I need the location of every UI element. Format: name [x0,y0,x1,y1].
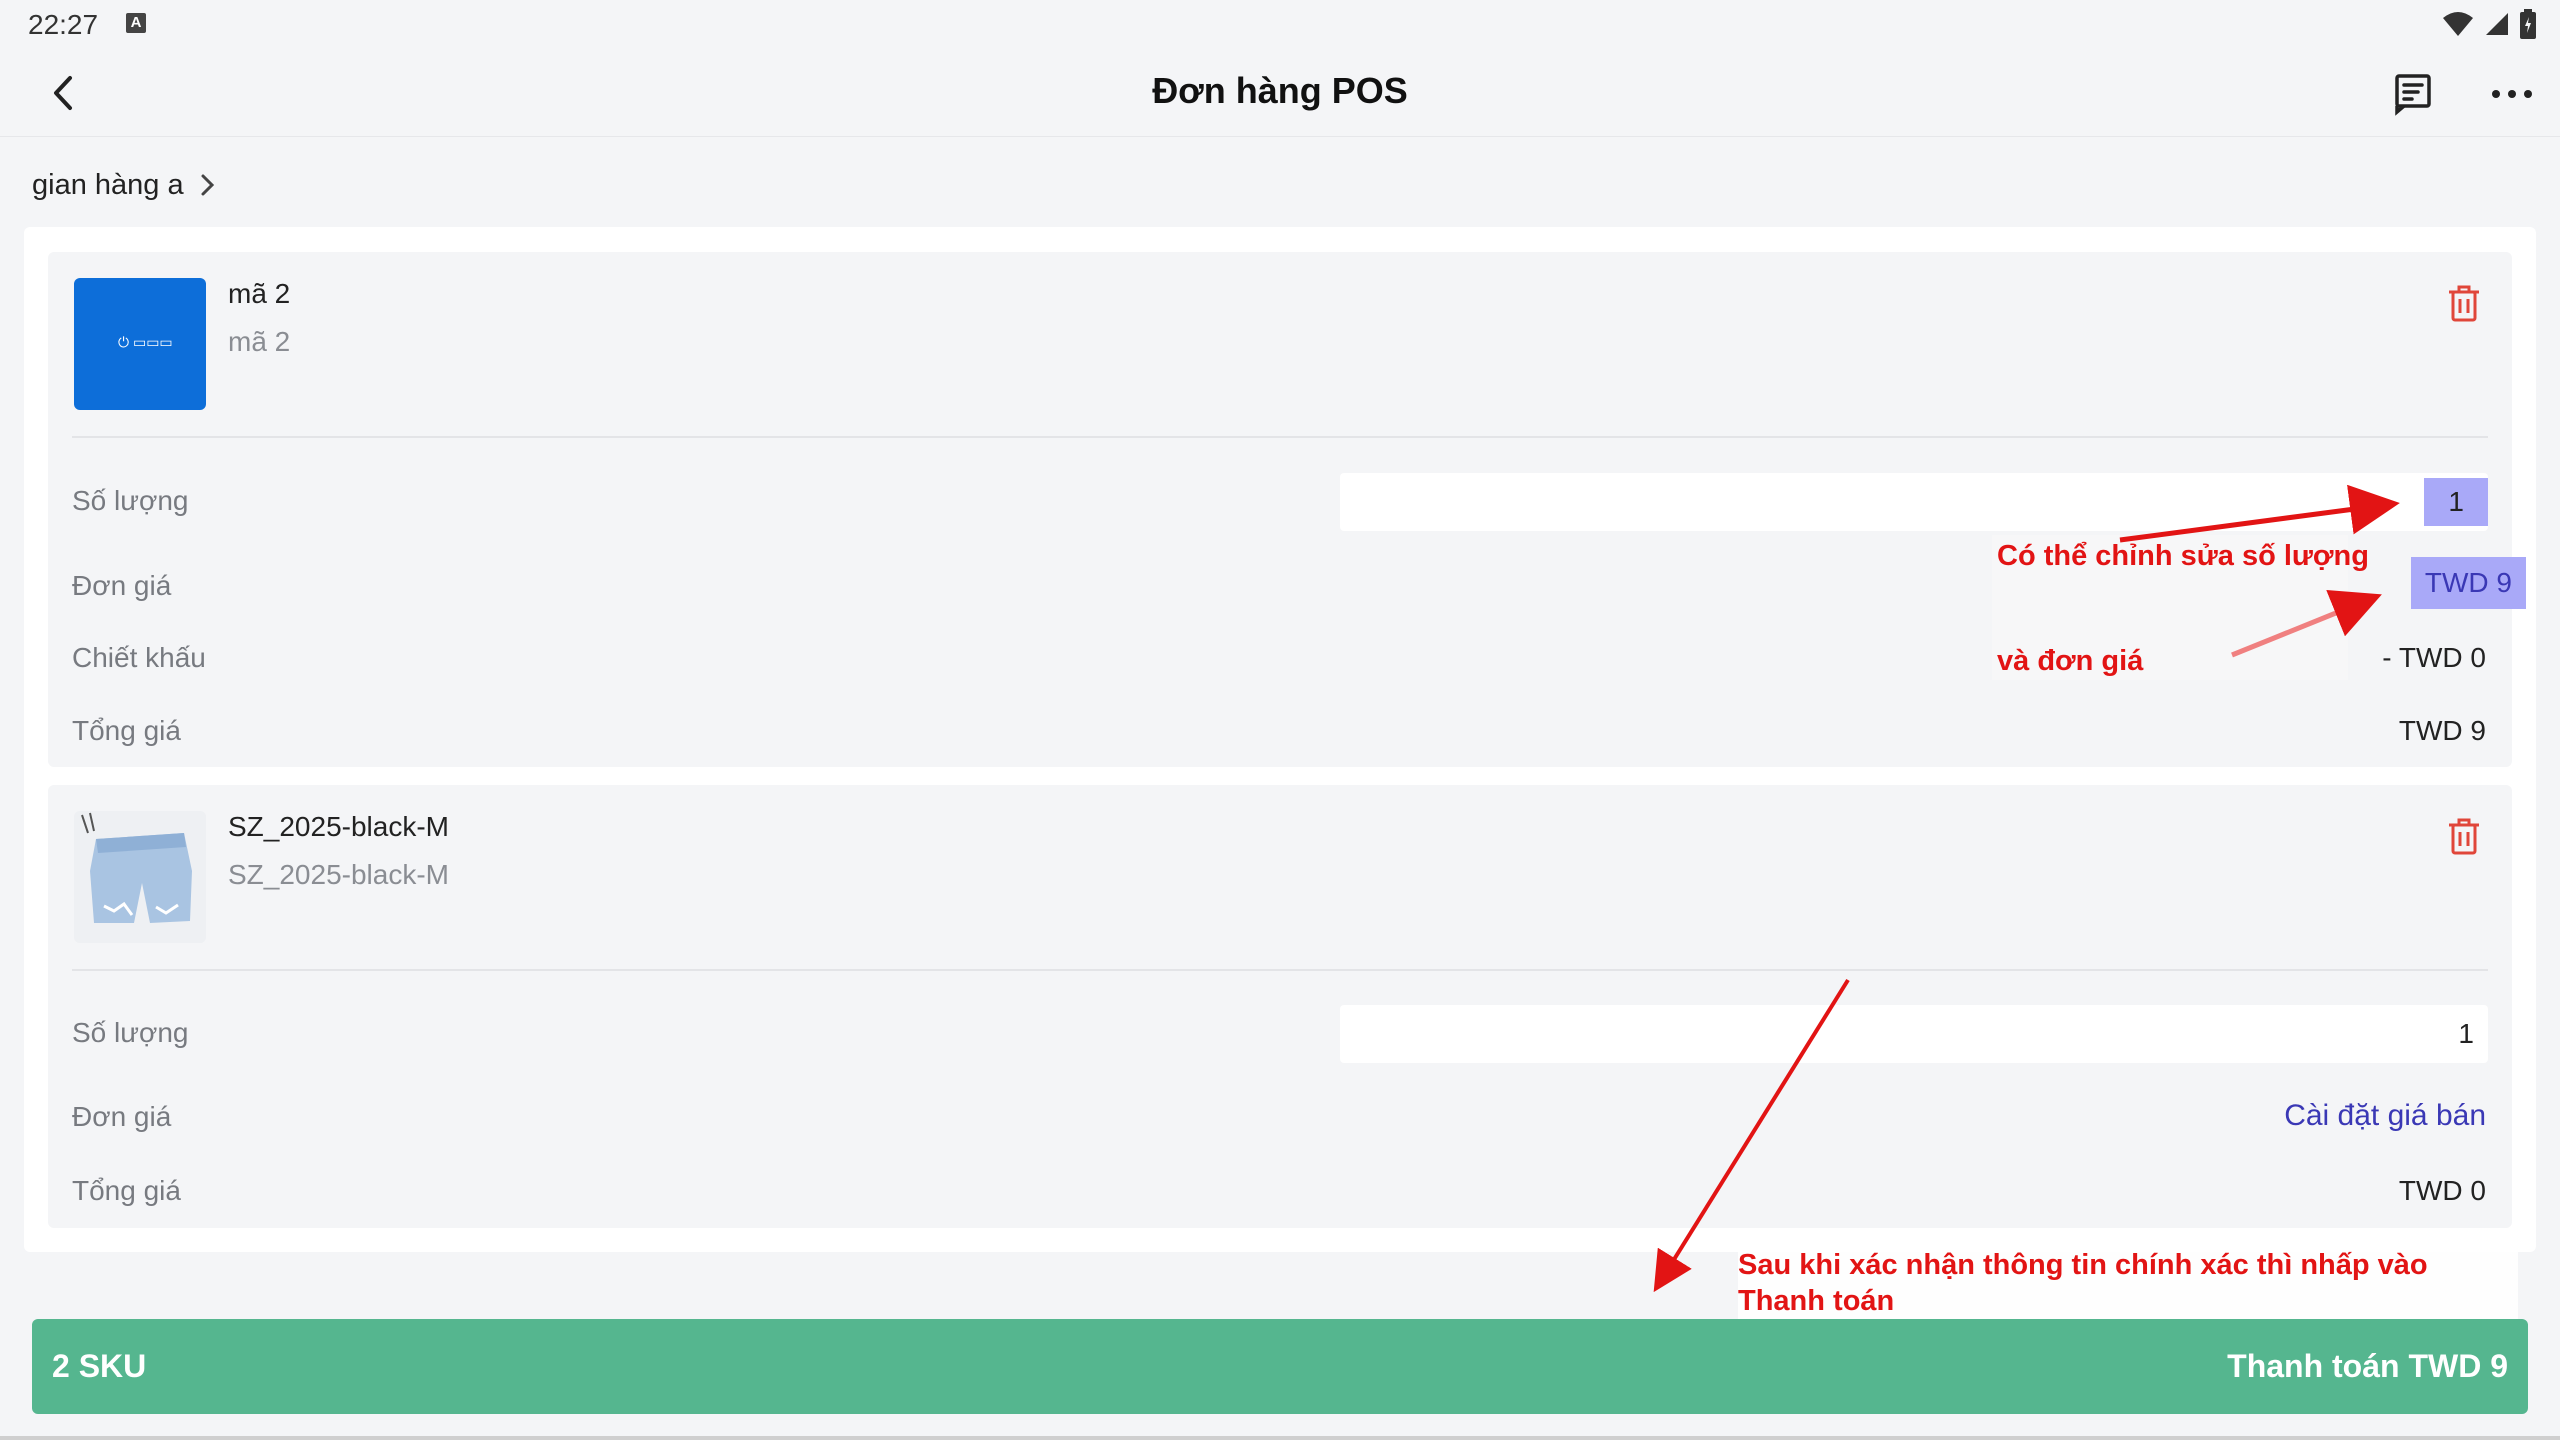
annotation-arrows [1653,484,2400,1293]
checkout-bar[interactable]: 2 SKU Thanh toán TWD 9 [32,1319,2528,1414]
annotation-pay-note: Sau khi xác nhận thông tin chính xác thì… [1738,1247,2518,1319]
pay-button[interactable]: Thanh toán TWD 9 [2227,1348,2508,1385]
arrow-to-quantity [2119,484,2400,543]
arrow-to-pay-button [1653,978,1850,1293]
screen-bottom-edge [0,1436,2560,1440]
arrow-to-unit-price [2231,589,2382,658]
sku-count: 2 SKU [52,1348,147,1384]
